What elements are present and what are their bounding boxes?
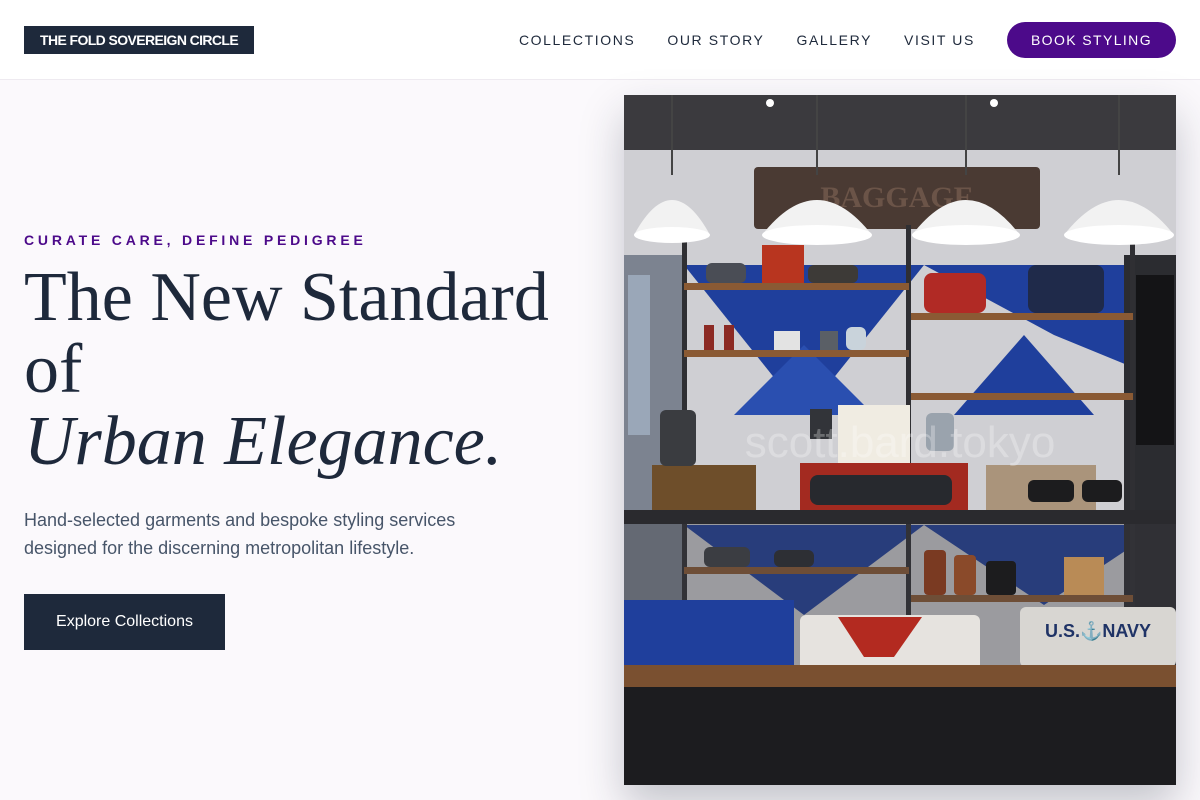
- site-header: THE FOLD SOVEREIGN CIRCLE COLLECTIONS OU…: [0, 0, 1200, 80]
- store-interior-illustration: BAGGAGE U.S.⚓NAVY scott.bard.tokyo: [624, 95, 1176, 785]
- navy-shirt-text: U.S.⚓NAVY: [1045, 620, 1151, 641]
- hero-eyebrow: CURATE CARE, DEFINE PEDIGREE: [24, 232, 367, 248]
- photo-watermark: scott.bard.tokyo: [745, 418, 1056, 467]
- nav-link-visit-us[interactable]: VISIT US: [904, 32, 975, 48]
- hero-title-line3: Urban Elegance.: [24, 403, 503, 480]
- nav-link-our-story[interactable]: OUR STORY: [667, 32, 764, 48]
- nav-link-collections[interactable]: COLLECTIONS: [519, 32, 635, 48]
- main-nav: COLLECTIONS OUR STORY GALLERY VISIT US B…: [519, 22, 1176, 58]
- book-styling-button[interactable]: BOOK STYLING: [1006, 22, 1176, 58]
- hero-image: BAGGAGE U.S.⚓NAVY scott.bard.tokyo: [624, 95, 1176, 785]
- hero-title: The New Standard of Urban Elegance.: [24, 262, 604, 478]
- nav-link-gallery[interactable]: GALLERY: [796, 32, 872, 48]
- explore-collections-button[interactable]: Explore Collections: [24, 594, 225, 650]
- hero-subtext: Hand-selected garments and bespoke styli…: [24, 510, 456, 558]
- hero-title-line2: of: [24, 331, 83, 408]
- hero-title-line1: The New Standard: [24, 259, 549, 336]
- brand-logo[interactable]: THE FOLD SOVEREIGN CIRCLE: [24, 26, 255, 54]
